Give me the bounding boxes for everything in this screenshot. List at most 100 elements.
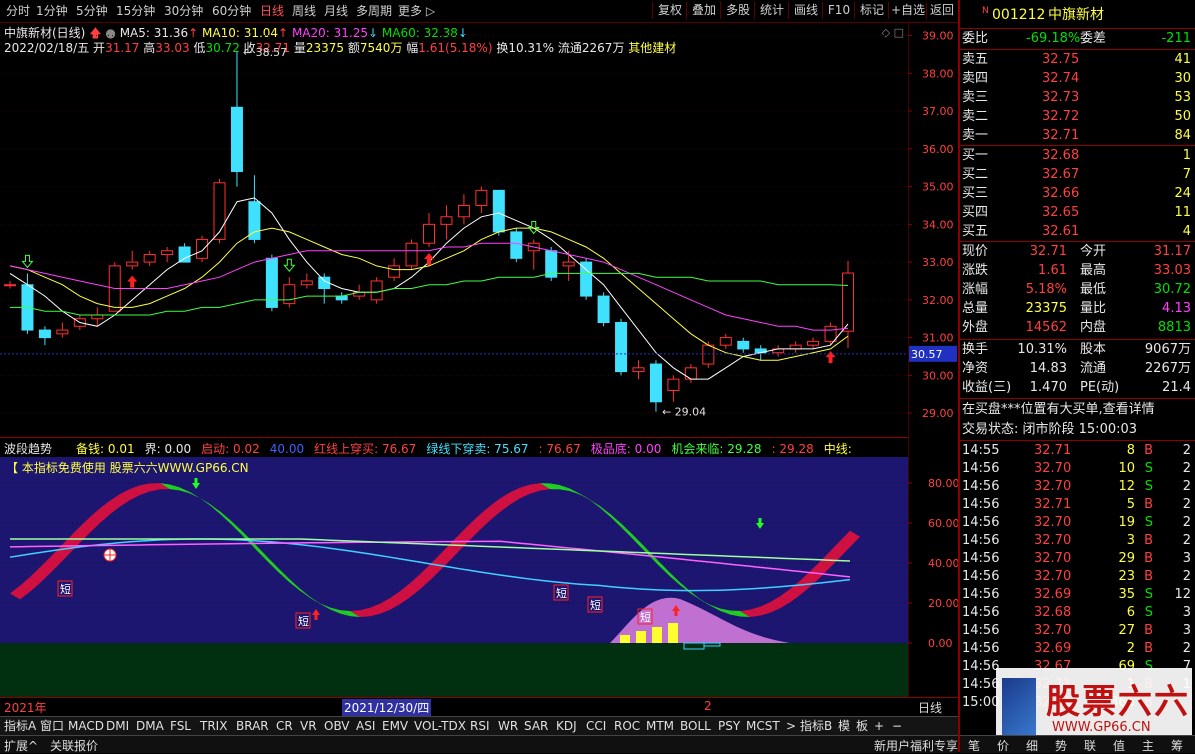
period-tab-9[interactable]: 多周期 xyxy=(356,3,392,19)
period-tab-1[interactable]: 1分钟 xyxy=(36,3,68,19)
bid-row[interactable]: 买二 32.67 7 xyxy=(962,166,1193,184)
ask-row[interactable]: 卖一 32.71 84 xyxy=(962,127,1193,145)
tick-row[interactable]: 14:56 32.70 12 S 2 xyxy=(962,478,1193,496)
toolbar-button-2[interactable]: 多股 xyxy=(720,2,755,19)
period-tab-8[interactable]: 月线 xyxy=(324,3,348,19)
indicator-tab-6[interactable]: TRIX xyxy=(200,718,227,734)
expand-button[interactable]: 扩展^ xyxy=(4,737,38,754)
toolbar-button-1[interactable]: 叠加 xyxy=(686,2,721,19)
quote-view-tab-2[interactable]: 细 xyxy=(1026,737,1038,754)
axis-period-button[interactable]: 日线 xyxy=(918,699,942,716)
low-annotation: ← 29.04 xyxy=(662,406,706,419)
fund-row[interactable]: 收益(三) 1.470 PE(动) 21.4 xyxy=(962,379,1193,397)
tick-row[interactable]: 14:56 32.70 23 B 2 xyxy=(962,568,1193,586)
tick-row[interactable]: 14:56 32.70 19 S 2 xyxy=(962,514,1193,532)
indicator-tab-7[interactable]: BRAR xyxy=(236,718,269,734)
quote-view-tab-0[interactable]: 笔 xyxy=(968,737,980,754)
toolbar-button-8[interactable]: 返回 xyxy=(926,2,957,19)
indicator-tab-23[interactable]: MCST xyxy=(746,718,780,734)
indicator-tab-29[interactable]: − xyxy=(892,718,902,734)
quote-view-tab-3[interactable]: 势 xyxy=(1055,737,1067,754)
stat-row[interactable]: 涨跌 1.61 最高 33.03 xyxy=(962,262,1193,280)
ask-row[interactable]: 卖三 32.73 53 xyxy=(962,89,1193,107)
indicator-tab-16[interactable]: SAR xyxy=(524,718,548,734)
indicator-tab-20[interactable]: MTM xyxy=(646,718,674,734)
ask-row[interactable]: 卖五 32.75 41 xyxy=(962,51,1193,69)
bid-row[interactable]: 买一 32.68 1 xyxy=(962,147,1193,165)
period-toolbar: 分时 1分钟 5分钟 15分钟 30分钟 60分钟 日线 周线 月线 多周期 更多 ▷ 复权 叠加 多股… xyxy=(0,0,958,23)
big-order-notice[interactable]: 在买盘***位置有大买单,查看详情 xyxy=(962,401,1193,419)
period-tab-6[interactable]: 日线 xyxy=(260,3,284,19)
related-quote-button[interactable]: 关联报价 xyxy=(50,737,98,754)
indicator-tab-14[interactable]: RSI xyxy=(470,718,490,734)
tick-row[interactable]: 14:56 32.69 2 B 2 xyxy=(962,640,1193,658)
indicator-tab-15[interactable]: WR xyxy=(498,718,518,734)
indicator-tab-25[interactable]: 指标B xyxy=(800,718,832,734)
bid-volume: 1 xyxy=(1182,148,1191,163)
indicator-tab-8[interactable]: CR xyxy=(276,718,293,734)
tick-row[interactable]: 14:56 32.68 6 S 3 xyxy=(962,604,1193,622)
indicator-name[interactable]: 波段趋势 xyxy=(4,442,52,456)
toolbar-button-5[interactable]: F10 xyxy=(822,2,855,19)
bid-row[interactable]: 买三 32.66 24 xyxy=(962,185,1193,203)
quote-view-tab-1[interactable]: 价 xyxy=(997,737,1009,754)
period-tab-3[interactable]: 15分钟 xyxy=(116,3,155,19)
tick-row[interactable]: 14:55 32.71 8 B 2 xyxy=(962,442,1193,460)
indicator-tab-22[interactable]: PSY xyxy=(718,718,740,734)
stat-row[interactable]: 外盘 14562 内盘 8813 xyxy=(962,319,1193,337)
indicator-tab-21[interactable]: BOLL xyxy=(680,718,711,734)
indicator-tab-4[interactable]: DMA xyxy=(136,718,164,734)
quote-view-tab-5[interactable]: 值 xyxy=(1113,737,1125,754)
period-tab-4[interactable]: 30分钟 xyxy=(164,3,203,19)
indicator-tab-19[interactable]: ROC xyxy=(614,718,640,734)
indicator-tab-24[interactable]: > xyxy=(786,718,796,734)
indicator-tab-1[interactable]: 窗口 xyxy=(40,718,64,734)
period-tab-5[interactable]: 60分钟 xyxy=(212,3,251,19)
indicator-tab-27[interactable]: 板 xyxy=(856,718,868,734)
tick-row[interactable]: 14:56 32.70 3 B 2 xyxy=(962,532,1193,550)
indicator-tab-17[interactable]: KDJ xyxy=(556,718,577,734)
indicator-tab-28[interactable]: + xyxy=(874,718,884,734)
fund-row[interactable]: 净资 14.83 流通 2267万 xyxy=(962,360,1193,378)
new-user-link[interactable]: 新用户福利专享 xyxy=(874,737,958,754)
tick-row[interactable]: 14:56 32.70 29 B 3 xyxy=(962,550,1193,568)
toolbar-button-0[interactable]: 复权 xyxy=(652,2,687,19)
bid-row[interactable]: 买五 32.61 4 xyxy=(962,223,1193,241)
stat-row[interactable]: 涨幅 5.18% 最低 30.72 xyxy=(962,281,1193,299)
toolbar-button-3[interactable]: 统计 xyxy=(754,2,789,19)
indicator-tab-18[interactable]: CCI xyxy=(586,718,606,734)
toolbar-button-6[interactable]: 标记 xyxy=(854,2,889,19)
date-bar[interactable]: 2021年 2021/12/30/四 2 日线 xyxy=(0,697,958,716)
indicator-tab-26[interactable]: 模 xyxy=(838,718,850,734)
tick-row[interactable]: 14:56 32.71 5 B 2 xyxy=(962,496,1193,514)
period-tab-7[interactable]: 周线 xyxy=(292,3,316,19)
indicator-tab-13[interactable]: VOL-TDX xyxy=(414,718,466,734)
quote-view-tab-7[interactable]: 筹 xyxy=(1171,737,1183,754)
indicator-tab-10[interactable]: OBV xyxy=(324,718,350,734)
stat-row[interactable]: 现价 32.71 今开 31.17 xyxy=(962,243,1193,261)
tick-row[interactable]: 14:56 32.70 27 B 3 xyxy=(962,622,1193,640)
kline-chart[interactable]: 中旗新材(日线) 🡅 ● MA5: 31.36↑ MA10: 31.04↑ MA… xyxy=(0,22,908,436)
quote-view-tab-6[interactable]: 主 xyxy=(1142,737,1154,754)
period-tab-2[interactable]: 5分钟 xyxy=(76,3,108,19)
indicator-tab-0[interactable]: 指标A xyxy=(4,718,36,734)
tick-row[interactable]: 14:56 32.70 10 S 2 xyxy=(962,460,1193,478)
indicator-tab-9[interactable]: VR xyxy=(300,718,317,734)
fund-row[interactable]: 换手 10.31% 股本 9067万 xyxy=(962,341,1193,359)
indicator-tab-12[interactable]: EMV xyxy=(382,718,408,734)
toolbar-button-7[interactable]: +自选 xyxy=(888,2,927,19)
quote-view-tab-4[interactable]: 联 xyxy=(1084,737,1096,754)
tick-row[interactable]: 14:56 32.69 35 S 12 xyxy=(962,586,1193,604)
ask-row[interactable]: 卖二 32.72 50 xyxy=(962,108,1193,126)
period-tab-0[interactable]: 分时 xyxy=(6,3,30,19)
indicator-tab-3[interactable]: DMI xyxy=(106,718,129,734)
indicator-chart[interactable]: 短短短短短 【 本指标免费使用 股票六六WWW.GP66.CN xyxy=(0,457,908,697)
indicator-tab-11[interactable]: ASI xyxy=(356,718,375,734)
indicator-tab-5[interactable]: FSL xyxy=(170,718,191,734)
stat-row[interactable]: 总量 23375 量比 4.13 xyxy=(962,300,1193,318)
ask-row[interactable]: 卖四 32.74 30 xyxy=(962,70,1193,88)
toolbar-button-4[interactable]: 画线 xyxy=(788,2,823,19)
bid-row[interactable]: 买四 32.65 11 xyxy=(962,204,1193,222)
indicator-tab-2[interactable]: MACD xyxy=(68,718,104,734)
period-tab-10[interactable]: 更多 ▷ xyxy=(398,3,435,19)
